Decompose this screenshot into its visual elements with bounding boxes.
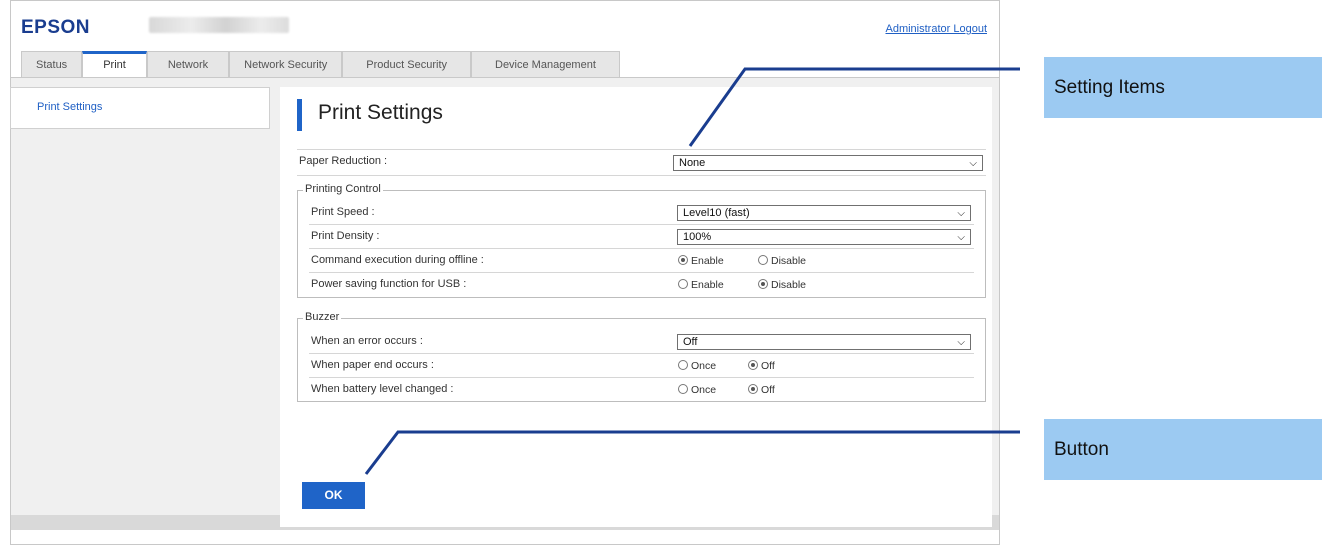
battery-once-radio[interactable]: Once <box>678 384 716 396</box>
model-name-blurred <box>149 17 289 33</box>
radio-label: Off <box>761 384 775 396</box>
radio-label: Enable <box>691 279 724 291</box>
tab-network[interactable]: Network <box>146 51 230 77</box>
error-occurs-select[interactable]: Off ⌵ <box>677 334 971 350</box>
divider <box>309 377 974 378</box>
power-saving-enable-radio[interactable]: Enable <box>678 279 724 291</box>
print-speed-label: Print Speed : <box>311 206 375 218</box>
radio-selected-icon <box>748 384 758 394</box>
buzzer-legend: Buzzer <box>303 311 342 323</box>
tab-product-security[interactable]: Product Security <box>342 51 471 77</box>
chevron-down-icon: ⌵ <box>957 208 965 219</box>
chevron-down-icon: ⌵ <box>957 337 965 348</box>
sidebar: Print Settings <box>10 87 270 129</box>
chevron-down-icon: ⌵ <box>969 158 977 169</box>
tab-network-security[interactable]: Network Security <box>229 51 343 77</box>
divider <box>309 224 974 225</box>
tab-print[interactable]: Print <box>82 51 147 77</box>
radio-selected-icon <box>758 279 768 289</box>
battery-off-radio[interactable]: Off <box>748 384 775 396</box>
paper-end-off-radio[interactable]: Off <box>748 360 775 372</box>
page-title-accent <box>297 99 302 131</box>
tab-device-management[interactable]: Device Management <box>471 51 620 77</box>
printing-control-legend: Printing Control <box>303 183 383 195</box>
command-offline-enable-radio[interactable]: Enable <box>678 255 724 267</box>
paper-reduction-value: None <box>679 157 706 169</box>
divider <box>309 248 974 249</box>
radio-label: Once <box>691 360 717 372</box>
paper-reduction-label: Paper Reduction : <box>299 155 388 167</box>
power-saving-usb-label: Power saving function for USB : <box>311 278 467 290</box>
radio-label: Once <box>691 384 717 396</box>
print-density-value: 100% <box>683 231 712 243</box>
callout-button: Button <box>1044 419 1322 480</box>
divider <box>297 175 986 176</box>
radio-label: Enable <box>691 255 724 267</box>
battery-level-label: When battery level changed : <box>311 383 454 395</box>
main-content <box>280 87 992 527</box>
radio-label: Off <box>761 360 775 372</box>
epson-logo: EPSON <box>21 17 91 38</box>
paper-end-label: When paper end occurs : <box>311 359 434 371</box>
paper-reduction-select[interactable]: None ⌵ <box>673 155 983 171</box>
paper-end-once-radio[interactable]: Once <box>678 360 716 372</box>
radio-unselected-icon <box>678 384 688 394</box>
sidebar-item-print-settings[interactable]: Print Settings <box>37 101 102 113</box>
radio-unselected-icon <box>678 360 688 370</box>
power-saving-disable-radio[interactable]: Disable <box>758 279 806 291</box>
radio-unselected-icon <box>678 279 688 289</box>
page-title: Print Settings <box>318 101 443 124</box>
print-speed-value: Level10 (fast) <box>683 207 750 219</box>
command-offline-label: Command execution during offline : <box>311 254 484 266</box>
error-occurs-value: Off <box>683 336 698 348</box>
page-header: EPSON Administrator Logout <box>11 1 999 49</box>
radio-selected-icon <box>678 255 688 265</box>
radio-label: Disable <box>771 255 807 267</box>
command-offline-disable-radio[interactable]: Disable <box>758 255 806 267</box>
main-tabs: Status Print Network Network Security Pr… <box>21 51 620 77</box>
administrator-logout-link[interactable]: Administrator Logout <box>886 23 988 35</box>
error-occurs-label: When an error occurs : <box>311 335 423 347</box>
radio-label: Disable <box>771 279 807 291</box>
radio-selected-icon <box>748 360 758 370</box>
chevron-down-icon: ⌵ <box>957 232 965 243</box>
print-density-select[interactable]: 100% ⌵ <box>677 229 971 245</box>
callout-setting-items: Setting Items <box>1044 57 1322 118</box>
ok-button[interactable]: OK <box>302 482 365 509</box>
print-speed-select[interactable]: Level10 (fast) ⌵ <box>677 205 971 221</box>
print-density-label: Print Density : <box>311 230 380 242</box>
radio-unselected-icon <box>758 255 768 265</box>
divider <box>297 149 986 150</box>
divider <box>309 272 974 273</box>
divider <box>309 353 974 354</box>
tab-status[interactable]: Status <box>21 51 83 77</box>
